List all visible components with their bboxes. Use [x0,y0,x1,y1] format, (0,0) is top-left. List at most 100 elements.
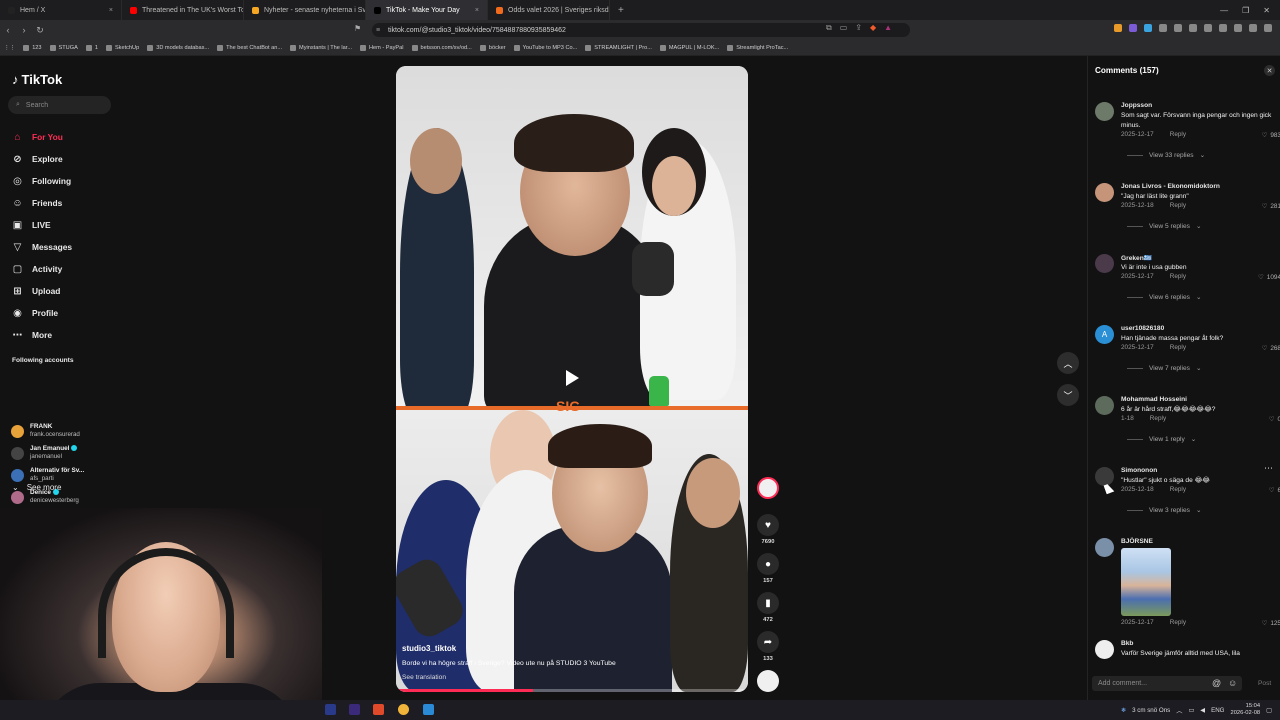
bookmark-item[interactable]: SketchUp [105,44,139,51]
sidebar-item-more[interactable]: ⋯ More [12,324,72,346]
play-icon[interactable] [566,370,579,386]
avatar[interactable] [1095,254,1114,273]
bookmark-item[interactable]: Myinstants | The lar... [290,44,352,51]
new-tab-icon[interactable]: + [610,5,632,16]
bookmark-item[interactable]: betsson.com/sv/od... [411,44,472,51]
bookmark-item[interactable]: 1 [85,44,98,51]
view-replies-button[interactable]: View 3 replies ⌄ [1127,506,1201,514]
close-icon[interactable]: × [475,7,479,14]
wallet-icon[interactable] [1234,24,1242,32]
notification-icon[interactable]: ▢ [1266,707,1272,714]
sidebar-item-friends[interactable]: ☺ Friends [12,192,72,214]
sidebar-toggle-icon[interactable] [1219,24,1227,32]
volume-icon[interactable]: ◀ [1200,707,1205,714]
comment-like-button[interactable]: ♡ 0 [1269,415,1280,424]
share-button[interactable]: ➦ 133 [757,631,779,662]
search-input[interactable]: ⌕ Search [8,96,111,114]
bookmark-item[interactable]: STUGA [49,44,78,51]
comment-button[interactable]: ● 157 [757,553,779,584]
previous-video-button[interactable]: ︿ [1057,352,1079,374]
reply-button[interactable]: Reply [1170,486,1186,493]
bookmark-item[interactable]: Hem - PayPal [360,44,404,51]
mention-icon[interactable]: @ [1212,678,1221,688]
bookmark-item[interactable]: STREAMLIGHT | Pro... [585,44,652,51]
see-more-button[interactable]: ⌄ See more [12,483,61,492]
comment-like-button[interactable]: ♡ 125 [1262,619,1280,628]
comment-username[interactable]: Jonas Livros - Ekonomidoktorn [1121,183,1220,190]
comment-more-icon[interactable]: ⋯ [1264,463,1273,474]
photoshop-icon[interactable] [325,704,336,715]
sound-avatar-button[interactable] [757,670,779,692]
comment-username[interactable]: BJÖRSNE [1121,538,1153,545]
post-button[interactable]: Post [1258,680,1271,687]
browser-tab[interactable]: Odds valet 2026 | Sveriges riksdagsval× [488,0,610,20]
bookmark-item[interactable]: 123 [23,44,42,51]
comment-image[interactable] [1121,548,1171,616]
bookmark-icon[interactable]: ⚑ [354,24,361,33]
apps-grid-icon[interactable]: ⋮⋮ [4,45,15,51]
forward-icon[interactable]: › [16,25,32,35]
comment-username[interactable]: Mohammad Hosseini [1121,396,1187,403]
comment-username[interactable]: Joppsson [1121,102,1152,109]
view-replies-button[interactable]: View 33 replies ⌄ [1127,151,1205,159]
comment-like-button[interactable]: ♡ 983 [1262,131,1280,140]
avatar[interactable] [1095,102,1114,121]
sidebar-item-messages[interactable]: ▽ Messages [12,236,72,258]
rewards-icon[interactable]: ▲ [884,23,892,33]
premiere-icon[interactable] [349,704,360,715]
following-account[interactable]: Jan Emanuel janemanuel [11,445,78,461]
extension-icon[interactable] [1129,24,1137,32]
tray-arrow-icon[interactable]: ︿ [1176,706,1182,715]
reply-button[interactable]: Reply [1170,131,1186,138]
view-replies-button[interactable]: View 6 replies ⌄ [1127,293,1201,301]
close-icon[interactable]: ✕ [1264,65,1275,76]
close-window-icon[interactable]: ✕ [1263,6,1270,15]
sidebar-item-for-you[interactable]: ⌂ For You [12,126,72,148]
sidebar-item-explore[interactable]: ⊘ Explore [12,148,72,170]
comment-username[interactable]: Simononon [1121,467,1157,474]
comment-username[interactable]: user10826180 [1121,325,1164,332]
reply-button[interactable]: Reply [1170,344,1186,351]
screenshot-icon[interactable]: ▭ [840,23,848,33]
reload-icon[interactable]: ↻ [32,25,48,36]
creator-avatar-button[interactable] [757,477,779,499]
tiktok-logo[interactable]: ♪ TikTok [12,72,62,87]
browser-tab[interactable]: Hem / X × [0,0,122,20]
site-info-icon[interactable]: ≡ [376,27,380,34]
sidebar-item-profile[interactable]: ◉ Profile [12,302,72,324]
vpn-icon[interactable] [1249,24,1257,32]
comment-username[interactable]: Bkb [1121,640,1133,647]
weather-text[interactable]: 3 cm snö Ons [1132,707,1170,714]
like-button[interactable]: ♥ 7690 [757,514,779,545]
menu-icon[interactable] [1264,24,1272,32]
view-replies-button[interactable]: View 1 reply ⌄ [1127,435,1196,443]
avatar[interactable]: A [1095,325,1114,344]
comment-like-button[interactable]: ♡ 1094 [1258,273,1280,282]
maximize-icon[interactable]: ❐ [1242,6,1249,15]
browser-tab[interactable]: Threatened in The UK's Worst Town× [122,0,244,20]
brave-shield-icon[interactable]: ◆ [870,23,876,33]
extension-icon[interactable] [1174,24,1182,32]
avatar[interactable] [1095,183,1114,202]
reply-button[interactable]: Reply [1170,619,1186,626]
video-author[interactable]: studio3_tiktok [402,644,456,653]
save-button[interactable]: ▮ 472 [757,592,779,623]
avatar[interactable] [1095,538,1114,557]
bookmark-item[interactable]: MAGPUL | M-LOK... [659,44,719,51]
bookmark-item[interactable]: Streamlight ProTac... [727,44,788,51]
lang-indicator[interactable]: ENG [1211,707,1224,714]
bookmark-item[interactable]: YouTube to MP3 Co... [513,44,577,51]
bookmark-item[interactable]: 3D models databas... [147,44,209,51]
view-replies-button[interactable]: View 5 replies ⌄ [1127,222,1201,230]
share-icon[interactable]: ⇪ [855,23,862,33]
comment-like-button[interactable]: ♡ 281 [1262,202,1280,211]
app-icon[interactable] [423,704,434,715]
reply-button[interactable]: Reply [1150,415,1166,422]
browser-tab[interactable]: Nyheter - senaste nyheterna i Sverige× [244,0,366,20]
sidebar-item-following[interactable]: ◎ Following [12,170,72,192]
extension-icon[interactable] [1189,24,1197,32]
comment-like-button[interactable]: ♡ 6 [1269,486,1280,495]
close-icon[interactable]: × [109,7,113,14]
comment-username[interactable]: Greken🇬🇷 [1121,254,1152,262]
browser-tab[interactable]: TikTok - Make Your Day × [366,0,488,20]
